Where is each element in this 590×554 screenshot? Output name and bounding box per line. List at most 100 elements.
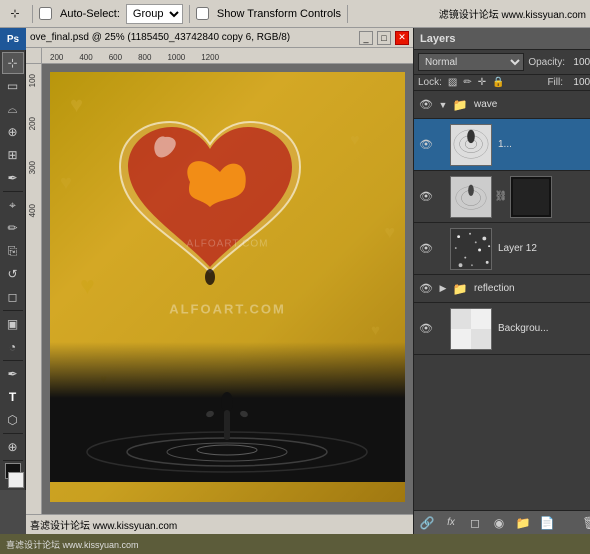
move-tool-icon[interactable]: ⊹ — [4, 3, 26, 25]
main-area: Ps ⊹ ▭ ⌓ ⊕ ⊞ ✒ ⌖ ✏ ⎘ ↺ ◻ ▣ ◔ ✒ T ⬡ ⊕ — [0, 28, 590, 534]
move-tool[interactable]: ⊹ — [2, 52, 24, 74]
layer1-thumbnail — [450, 124, 492, 166]
background-thumbnail — [450, 308, 492, 350]
layer-wave-group[interactable]: 👁 ▼ 📁 wave — [414, 91, 590, 119]
top-toolbar: ⊹ Auto-Select: Group Show Transform Cont… — [0, 0, 590, 28]
layer-reflection-group[interactable]: 👁 ▶ 📁 reflection — [414, 275, 590, 303]
layer2-link-icon: ⛓ — [495, 191, 507, 202]
tool-separator-2 — [3, 310, 23, 311]
thumb-starfield-svg — [451, 228, 491, 270]
ruler-tick-600: 600 — [109, 53, 122, 62]
canvas-scroll-area[interactable]: ♥ ♥ ♥ ♥ ♥ ♥ ♥ ♥ — [42, 64, 413, 514]
vruler-300: 300 — [28, 161, 41, 174]
add-mask-btn[interactable]: ◻ — [466, 514, 484, 532]
eraser-tool[interactable]: ◻ — [2, 286, 24, 308]
thumb2-mask-svg — [511, 176, 551, 218]
restore-btn[interactable]: □ — [377, 31, 391, 45]
layer-background[interactable]: 👁 Backgrou... fx — [414, 303, 590, 355]
thumb1-svg — [451, 124, 491, 166]
content-area: ove_final.psd @ 25% (1185450_43742840 co… — [26, 28, 413, 534]
healing-tool[interactable]: ⌖ — [2, 194, 24, 216]
tool-separator-3 — [3, 360, 23, 361]
heart-image — [110, 112, 340, 312]
minimize-btn[interactable]: _ — [359, 31, 373, 45]
new-adjustment-btn[interactable]: ◉ — [490, 514, 508, 532]
dodge-tool[interactable]: ◔ — [2, 336, 24, 358]
link-layers-btn[interactable]: 🔗 — [418, 514, 436, 532]
vruler-400: 400 — [28, 204, 41, 217]
layer-list[interactable]: 👁 ▼ 📁 wave 👁 — [414, 91, 590, 510]
layer2-thumbnail — [450, 176, 492, 218]
lock-transparency-icon[interactable]: ▨ — [448, 77, 457, 88]
crop-tool[interactable]: ⊞ — [2, 144, 24, 166]
opacity-value[interactable]: 100% — [569, 57, 590, 68]
status-text: 喜滤设计论坛 www.kissyuan.com — [30, 517, 177, 532]
layer1-name: 1... — [495, 139, 590, 150]
auto-select-checkbox[interactable] — [39, 7, 52, 20]
brush-tool[interactable]: ✏ — [2, 217, 24, 239]
ruler-tick-1200: 1200 — [201, 53, 219, 62]
forum-link-top: 滤镜设计论坛 www.kissyuan.com — [439, 6, 586, 21]
wave-group-expand[interactable]: ▼ — [437, 99, 449, 111]
show-transform-label: Show Transform Controls — [217, 8, 341, 20]
bokeh-heart-4: ♥ — [384, 222, 395, 243]
eyedropper-tool[interactable]: ✒ — [2, 167, 24, 189]
reflection-group-expand[interactable]: ▶ — [437, 283, 449, 295]
blend-mode-select[interactable]: Normal — [418, 53, 524, 71]
bokeh-heart-1: ♥ — [70, 92, 100, 122]
thumb2-svg — [451, 176, 491, 218]
layer-12[interactable]: 👁 — [414, 223, 590, 275]
layer-waterdrop-1[interactable]: 👁 1... — [414, 119, 590, 171]
quick-select-tool[interactable]: ⊕ — [2, 121, 24, 143]
ruler-row: 200 400 600 800 1000 1200 — [26, 48, 413, 64]
history-tool[interactable]: ↺ — [2, 263, 24, 285]
left-toolbar: ⊹ ▭ ⌓ ⊕ ⊞ ✒ ⌖ ✏ ⎘ ↺ ◻ ▣ ◔ ✒ T ⬡ ⊕ — [0, 50, 26, 490]
toolbar-separator-1 — [32, 5, 33, 23]
close-btn[interactable]: ✕ — [395, 31, 409, 45]
background-color[interactable] — [8, 472, 24, 488]
zoom-tool[interactable]: ⊕ — [2, 436, 24, 458]
layer-waterdrop-2[interactable]: 👁 ⛓ — [414, 171, 590, 223]
bokeh-heart-3: ♥ — [60, 172, 72, 195]
lock-move-icon[interactable]: ✛ — [478, 77, 486, 88]
vertical-ruler: 100 200 300 400 — [26, 64, 42, 514]
reflection-group-visibility[interactable]: 👁 — [418, 281, 434, 297]
text-tool[interactable]: T — [2, 386, 24, 408]
transform-checkbox[interactable] — [196, 7, 209, 20]
layer12-visibility[interactable]: 👁 — [418, 241, 434, 257]
auto-select-label: Auto-Select: — [60, 8, 120, 20]
lasso-tool[interactable]: ⌓ — [2, 98, 24, 120]
new-layer-btn[interactable]: 📄 — [538, 514, 556, 532]
lock-all-icon[interactable]: 🔒 — [492, 77, 504, 88]
canvas-area: ♥ ♥ ♥ ♥ ♥ ♥ ♥ ♥ — [42, 64, 413, 510]
fill-value[interactable]: 100% — [569, 77, 590, 88]
gradient-tool[interactable]: ▣ — [2, 313, 24, 335]
add-style-btn[interactable]: fx — [442, 514, 460, 532]
layer2-visibility[interactable]: 👁 — [418, 189, 434, 205]
marquee-tool[interactable]: ▭ — [2, 75, 24, 97]
delete-layer-btn[interactable]: 🗑 — [581, 514, 590, 532]
layer2-mask-thumbnail — [510, 176, 552, 218]
pen-tool[interactable]: ✒ — [2, 363, 24, 385]
wave-group-name: wave — [471, 99, 590, 110]
status-bar: 喜滤设计论坛 www.kissyuan.com — [26, 514, 413, 534]
clone-tool[interactable]: ⎘ — [2, 240, 24, 262]
path-tool[interactable]: ⬡ — [2, 409, 24, 431]
ruler-tick-800: 800 — [138, 53, 151, 62]
group-dropdown[interactable]: Group — [126, 4, 183, 24]
new-group-btn[interactable]: 📁 — [514, 514, 532, 532]
layer12-thumbnail — [450, 228, 492, 270]
layer1-visibility[interactable]: 👁 — [418, 137, 434, 153]
wave-group-visibility[interactable]: 👁 — [418, 97, 434, 113]
lock-row: Lock: ▨ ✏ ✛ 🔒 Fill: 100% — [414, 75, 590, 91]
ps-logo[interactable]: Ps — [0, 28, 26, 50]
thumb-bg-svg — [451, 308, 491, 350]
background-layer-name: Backgrou... — [495, 323, 589, 334]
wave-group-folder-icon: 📁 — [452, 97, 468, 113]
layers-bottom-toolbar: 🔗 fx ◻ ◉ 📁 📄 🗑 — [414, 510, 590, 534]
ruler-tick-400: 400 — [79, 53, 92, 62]
opacity-label: Opacity: — [528, 57, 565, 68]
background-visibility[interactable]: 👁 — [418, 321, 434, 337]
lock-paint-icon[interactable]: ✏ — [463, 77, 471, 88]
layers-panel-title: Layers — [420, 33, 455, 45]
